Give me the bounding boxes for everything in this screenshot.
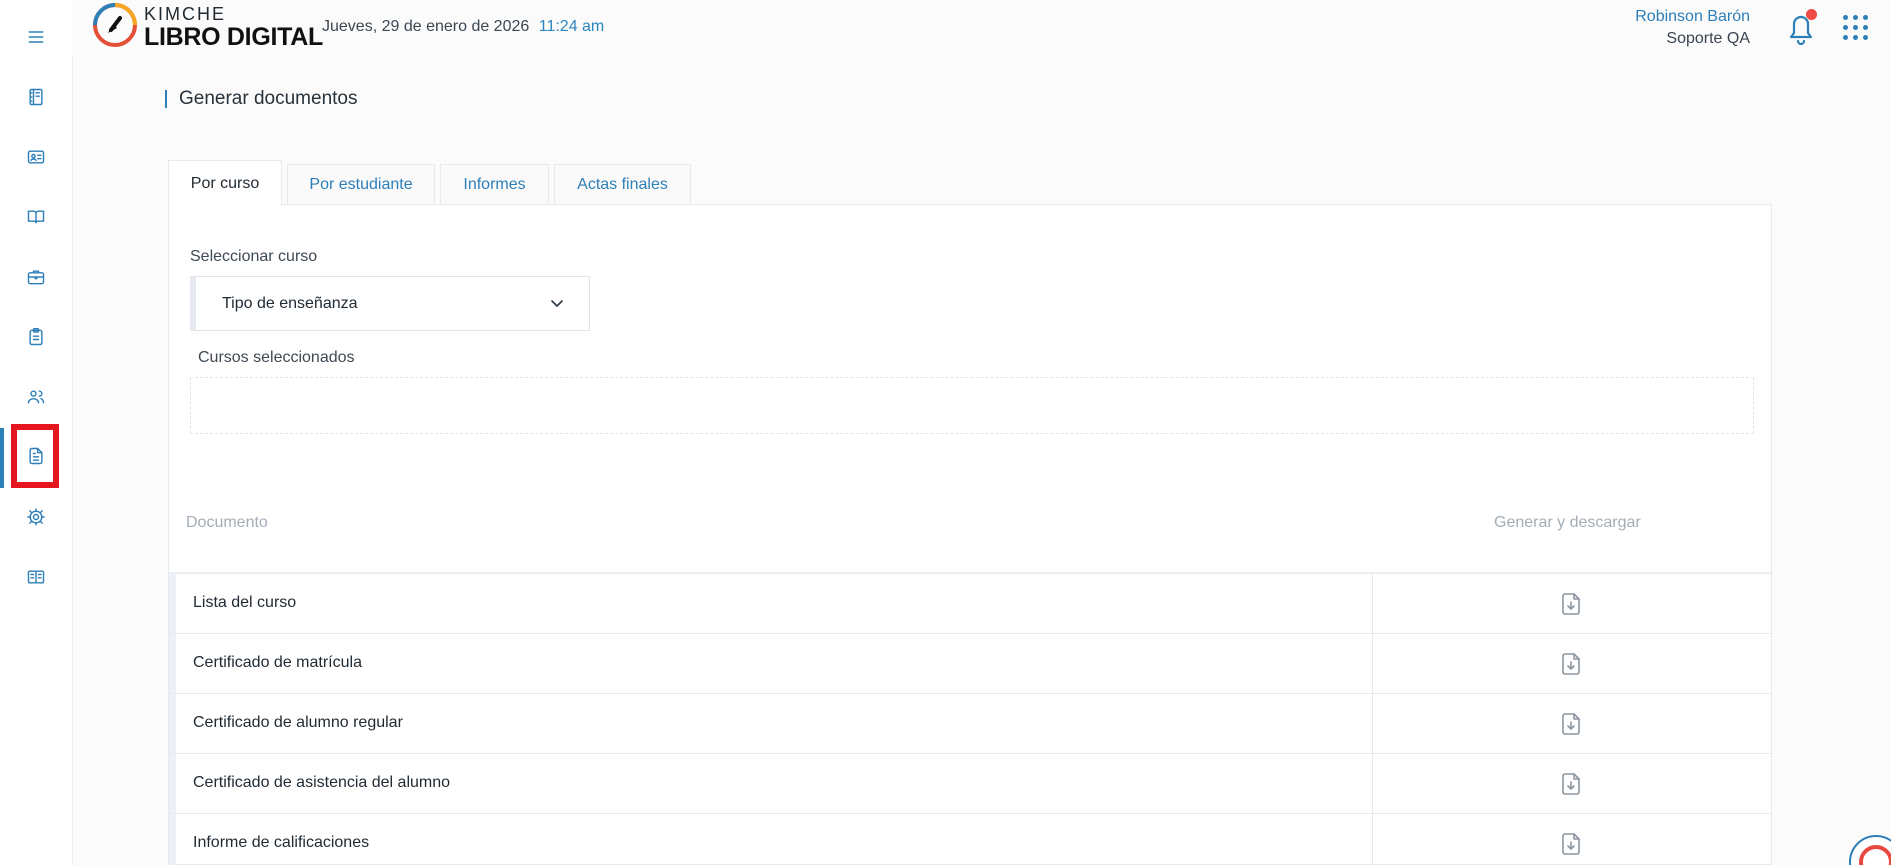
generate-download-column-header: Generar y descargar <box>1494 514 1641 531</box>
apps-grid-icon <box>1853 25 1858 30</box>
page-title-block: Generar documentos <box>165 88 358 110</box>
app-root: KIMCHE LIBRO DIGITAL Jueves, 29 de enero… <box>0 0 1891 865</box>
tab-por-curso[interactable]: Por curso <box>168 160 282 206</box>
sidebar-item-open-book[interactable] <box>0 197 72 237</box>
current-date-time: Jueves, 29 de enero de 2026 11:24 am <box>322 18 604 36</box>
sidebar-item-settings[interactable] <box>0 497 72 537</box>
open-book-icon <box>27 210 45 224</box>
apps-grid-icon <box>1853 35 1858 40</box>
user-profile[interactable]: Robinson Barón Soporte QA <box>1635 6 1750 51</box>
tab-por-estudiante[interactable]: Por estudiante <box>287 164 435 205</box>
generate-download-button[interactable] <box>1561 652 1581 676</box>
apps-grid-icon <box>1853 15 1858 20</box>
row-divider <box>1372 574 1373 633</box>
page-title-accent-bar <box>165 90 167 108</box>
generate-download-button[interactable] <box>1561 772 1581 796</box>
id-card-icon <box>27 150 45 164</box>
briefcase-icon <box>27 270 45 285</box>
document-name: Informe de calificaciones <box>193 834 370 851</box>
page-title: Generar documentos <box>179 88 358 109</box>
notifications-button[interactable] <box>1784 8 1818 48</box>
sidebar-item-clipboard[interactable] <box>0 317 72 357</box>
file-download-icon <box>1562 713 1580 735</box>
current-time: 11:24 am <box>538 18 605 35</box>
table-row: Certificado de alumno regular <box>169 694 1771 754</box>
selected-courses-label: Cursos seleccionados <box>198 349 355 366</box>
course-field-label: Seleccionar curso <box>190 248 318 265</box>
apps-launcher-button[interactable] <box>1842 14 1870 42</box>
course-type-select-value: Tipo de enseñanza <box>222 294 358 312</box>
document-name: Certificado de alumno regular <box>193 714 403 731</box>
compass-logo-icon[interactable] <box>90 0 140 50</box>
row-divider <box>1372 634 1373 693</box>
sidebar <box>0 0 72 865</box>
document-name: Lista del curso <box>193 594 297 611</box>
user-name[interactable]: Robinson Barón <box>1635 6 1750 28</box>
apps-grid-icon <box>1863 15 1868 20</box>
top-bar: KIMCHE LIBRO DIGITAL Jueves, 29 de enero… <box>72 0 1891 56</box>
apps-grid-icon <box>1863 35 1868 40</box>
apps-grid-icon <box>1843 15 1848 20</box>
generate-download-button[interactable] <box>1561 712 1581 736</box>
course-type-select[interactable]: Tipo de enseñanza <box>190 276 590 331</box>
file-download-icon <box>1562 653 1580 675</box>
documents-panel: Seleccionar curso Tipo de enseñanza Curs… <box>168 204 1772 865</box>
notebook-icon <box>29 88 43 106</box>
generate-download-button[interactable] <box>1561 832 1581 856</box>
book-icon <box>27 570 45 584</box>
generate-download-button[interactable] <box>1561 592 1581 616</box>
sidebar-item-users[interactable] <box>0 377 72 417</box>
sidebar-menu-button[interactable] <box>0 17 72 57</box>
clipboard-icon <box>29 327 43 346</box>
sidebar-item-book[interactable] <box>0 557 72 597</box>
table-row: Informe de calificaciones <box>169 814 1771 865</box>
sidebar-item-documents[interactable] <box>0 436 72 476</box>
apps-grid-icon <box>1843 25 1848 30</box>
sidebar-item-briefcase[interactable] <box>0 257 72 297</box>
file-download-icon <box>1562 833 1580 855</box>
brand-top-label: KIMCHE <box>144 4 227 24</box>
user-role: Soporte QA <box>1666 30 1750 48</box>
current-date: Jueves, 29 de enero de 2026 <box>322 18 530 35</box>
tab-actas-finales[interactable]: Actas finales <box>554 164 691 205</box>
brand-bottom-label: LIBRO DIGITAL <box>144 23 323 51</box>
users-icon <box>27 390 45 404</box>
file-download-icon <box>1562 773 1580 795</box>
apps-grid-icon <box>1863 25 1868 30</box>
support-chat-avatar[interactable] <box>1849 835 1891 865</box>
apps-grid-icon <box>1843 35 1848 40</box>
chevron-down-icon <box>549 295 565 311</box>
table-row: Certificado de matrícula <box>169 634 1771 694</box>
document-name: Certificado de asistencia del alumno <box>193 774 451 791</box>
file-download-icon <box>1562 593 1580 615</box>
table-row: Lista del curso <box>169 574 1771 634</box>
document-name: Certificado de matrícula <box>193 654 362 671</box>
notification-dot <box>1806 9 1817 20</box>
row-divider <box>1372 694 1373 753</box>
sidebar-item-notebook[interactable] <box>0 77 72 117</box>
table-row: Certificado de asistencia del alumno <box>169 754 1771 814</box>
row-divider <box>1372 814 1373 865</box>
row-divider <box>1372 754 1373 813</box>
selected-courses-box <box>190 377 1754 434</box>
tab-informes[interactable]: Informes <box>440 164 549 205</box>
document-column-header: Documento <box>186 514 268 531</box>
menu-icon <box>28 31 44 43</box>
sidebar-item-id-card[interactable] <box>0 137 72 177</box>
brand-wordmark: KIMCHE LIBRO DIGITAL <box>144 5 323 50</box>
document-icon <box>29 447 43 465</box>
gear-icon <box>27 508 45 526</box>
documents-table: Lista del curso Certificado de matrícula <box>169 572 1771 865</box>
